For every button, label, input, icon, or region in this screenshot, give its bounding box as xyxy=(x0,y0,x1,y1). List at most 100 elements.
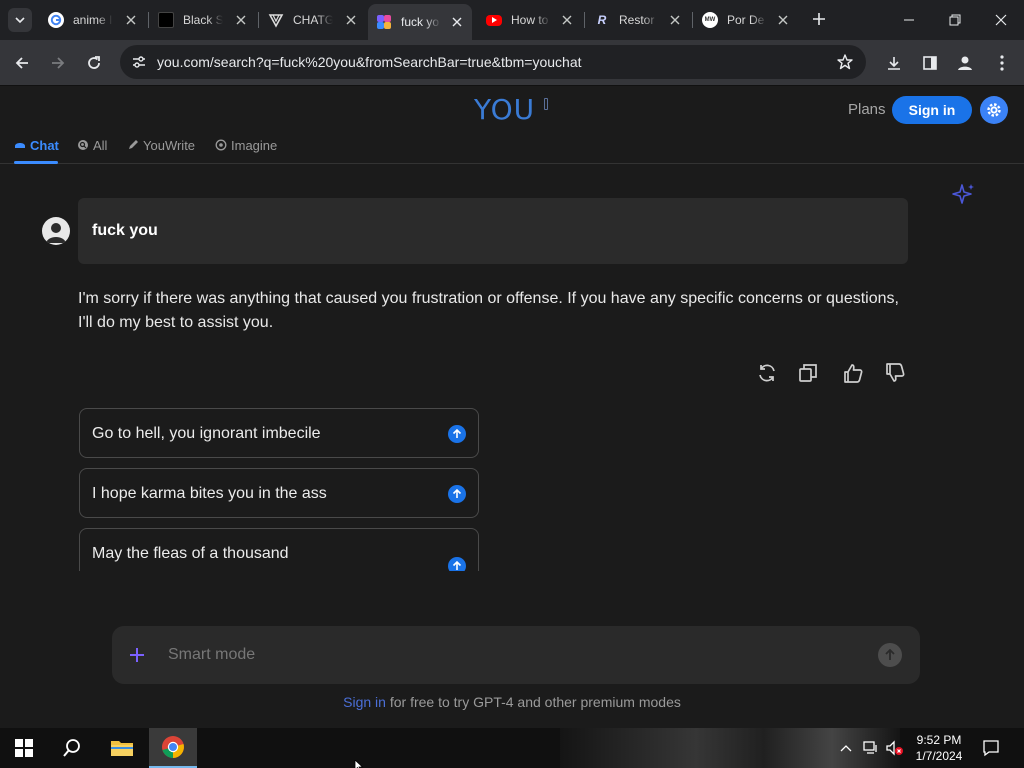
downloads-button[interactable] xyxy=(880,49,908,77)
chat-input[interactable] xyxy=(168,644,768,666)
user-avatar xyxy=(42,217,70,245)
tab-1[interactable]: anime I xyxy=(40,6,146,34)
chevron-down-icon xyxy=(15,17,25,24)
tab-label: Imagine xyxy=(231,138,278,153)
browser-toolbar: you.com/search?q=fuck%20you&fromSearchBa… xyxy=(0,40,1024,86)
plans-link[interactable]: Plans xyxy=(848,101,886,118)
suggestion-text: May the fleas of a thousand xyxy=(92,545,289,562)
restore-icon xyxy=(949,14,961,26)
tab-title: How to xyxy=(511,13,549,27)
tab-all[interactable]: All xyxy=(77,138,107,164)
chat-icon xyxy=(14,139,26,151)
clock-time: 9:52 PM xyxy=(916,733,962,747)
system-clock[interactable]: 9:52 PM 1/7/2024 xyxy=(906,732,972,764)
close-icon[interactable] xyxy=(234,13,248,27)
minimize-icon xyxy=(904,19,914,21)
close-icon[interactable] xyxy=(560,13,574,27)
sparkle-icon[interactable] xyxy=(952,182,976,206)
close-icon[interactable] xyxy=(776,13,790,27)
copy-button[interactable] xyxy=(795,360,821,386)
tab-title: fuck yo xyxy=(401,15,440,29)
url-text[interactable]: you.com/search?q=fuck%20you&fromSearchBa… xyxy=(157,54,582,70)
assistant-reply: I'm sorry if there was anything that cau… xyxy=(78,290,899,331)
plus-icon xyxy=(130,648,144,662)
arrow-up-icon xyxy=(448,485,466,503)
close-icon[interactable] xyxy=(124,13,138,27)
tab-4-active[interactable]: fuck yo xyxy=(368,4,472,40)
chrome-taskbar-button[interactable] xyxy=(149,728,197,768)
regenerate-button[interactable] xyxy=(754,360,780,386)
chatgpt-icon xyxy=(268,12,284,28)
start-button[interactable] xyxy=(0,728,48,768)
sign-in-button[interactable]: Sign in xyxy=(892,96,972,124)
close-window-button[interactable] xyxy=(978,0,1024,40)
clock-date: 1/7/2024 xyxy=(915,749,963,763)
tab-title: CHATG xyxy=(293,13,333,27)
chevron-up-icon xyxy=(840,745,852,752)
suggestion-chip[interactable]: Go to hell, you ignorant imbecile xyxy=(79,408,479,458)
network-icon xyxy=(863,741,877,754)
taskbar-search-button[interactable] xyxy=(48,728,96,768)
reload-button[interactable] xyxy=(80,49,108,77)
minimize-button[interactable] xyxy=(886,0,932,40)
thumbs-up-icon xyxy=(844,364,863,383)
tab-5[interactable]: How to xyxy=(478,6,582,34)
show-hidden-icons-button[interactable] xyxy=(836,728,856,768)
windows-taskbar: 9:52 PM 1/7/2024 xyxy=(0,728,1024,768)
tab-3[interactable]: CHATG xyxy=(260,6,366,34)
tab-search-button[interactable] xyxy=(8,8,32,32)
windows-icon xyxy=(15,739,33,757)
close-icon[interactable] xyxy=(450,15,464,29)
more-vert-icon xyxy=(1000,55,1004,71)
tab-2[interactable]: Black S xyxy=(150,6,256,34)
back-button[interactable] xyxy=(8,49,36,77)
bookmark-button[interactable] xyxy=(836,53,854,71)
arrow-up-icon xyxy=(885,649,895,660)
reload-icon xyxy=(88,56,100,69)
tab-7[interactable]: MW Por De xyxy=(694,6,798,34)
thumbs-down-button[interactable] xyxy=(882,360,908,386)
tab-divider xyxy=(148,12,149,28)
tab-chat[interactable]: Chat xyxy=(14,138,59,164)
send-button[interactable] xyxy=(878,643,902,667)
tune-icon xyxy=(133,56,145,68)
profile-button[interactable] xyxy=(951,49,979,77)
tab-imagine[interactable]: Imagine xyxy=(215,138,277,164)
arrow-up-icon xyxy=(448,425,466,443)
close-icon[interactable] xyxy=(668,13,682,27)
side-panel-button[interactable] xyxy=(916,49,944,77)
search-icon xyxy=(77,139,89,151)
tab-6[interactable]: R Restor xyxy=(586,6,690,34)
browser-menu-button[interactable] xyxy=(988,49,1016,77)
mw-icon: MW xyxy=(702,12,718,28)
network-button[interactable] xyxy=(860,728,882,768)
suggestion-chip[interactable]: I hope karma bites you in the ass xyxy=(79,468,479,518)
plus-icon xyxy=(813,13,825,25)
site-settings-button[interactable] xyxy=(128,51,150,73)
tab-youwrite[interactable]: YouWrite xyxy=(127,138,195,164)
search-icon xyxy=(63,739,80,757)
footer-sign-in-link[interactable]: Sign in xyxy=(343,694,386,710)
tab-strip: anime I Black S CHATG fuck yo How to R R… xyxy=(0,0,1024,40)
settings-button[interactable] xyxy=(980,96,1008,124)
notifications-button[interactable] xyxy=(980,728,1002,768)
tab-divider xyxy=(692,12,693,28)
file-explorer-button[interactable] xyxy=(98,728,146,768)
attach-button[interactable] xyxy=(126,644,148,666)
restore-button[interactable] xyxy=(932,0,978,40)
user-icon xyxy=(46,223,66,243)
download-icon xyxy=(888,57,900,70)
suggestion-text: I hope karma bites you in the ass xyxy=(92,485,327,502)
youtube-icon xyxy=(486,14,502,26)
search-mode-tabs: Chat All YouWrite Imagine xyxy=(0,135,1024,164)
tab-title: anime I xyxy=(73,13,113,27)
forward-button[interactable] xyxy=(44,49,72,77)
address-bar[interactable]: you.com/search?q=fuck%20you&fromSearchBa… xyxy=(120,45,866,79)
you-logo[interactable]: YOU xyxy=(474,93,535,126)
new-tab-button[interactable] xyxy=(808,8,830,30)
close-icon[interactable] xyxy=(344,13,358,27)
volume-button[interactable] xyxy=(884,728,906,768)
thumbs-up-button[interactable] xyxy=(840,360,866,386)
arrow-right-icon xyxy=(52,57,65,69)
notification-icon xyxy=(983,740,999,757)
